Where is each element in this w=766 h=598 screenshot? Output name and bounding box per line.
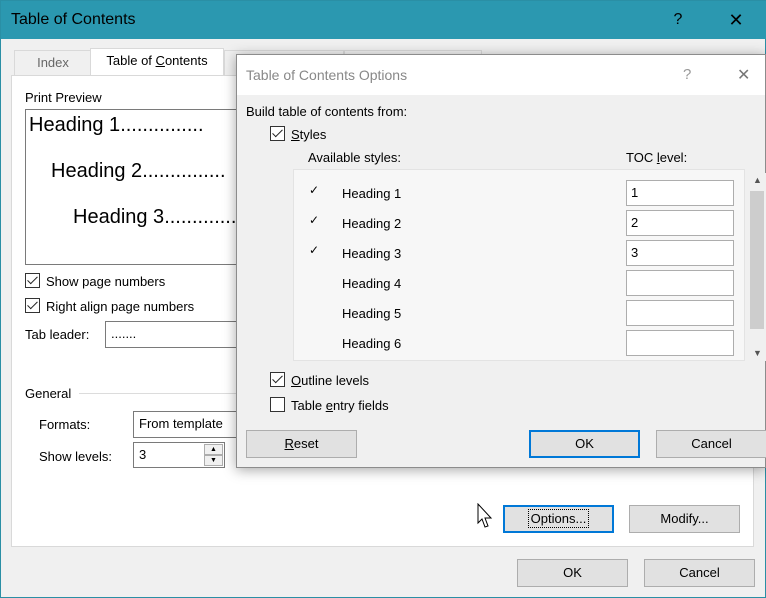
show-levels-label: Show levels: bbox=[39, 449, 112, 464]
scroll-thumb[interactable] bbox=[750, 191, 764, 329]
toc-level-label: TOC level: bbox=[626, 150, 688, 165]
toc-level-input[interactable]: 3 bbox=[626, 240, 734, 266]
style-row-heading-6[interactable]: Heading 6 bbox=[295, 329, 735, 359]
formats-label: Formats: bbox=[39, 417, 91, 432]
spin-up-icon[interactable]: ▲ bbox=[204, 444, 223, 455]
outline-levels-label: Outline levels bbox=[291, 373, 370, 388]
check-icon: ✓ bbox=[309, 213, 320, 227]
style-row-heading-4[interactable]: Heading 4 bbox=[295, 269, 735, 299]
mouse-cursor-icon bbox=[477, 503, 493, 528]
tab-leader-select[interactable]: ....... bbox=[105, 321, 245, 348]
options-button[interactable]: Options... bbox=[503, 505, 614, 533]
formats-select[interactable]: From template bbox=[133, 411, 243, 438]
style-name: Heading 3 bbox=[342, 246, 402, 261]
modify-button[interactable]: Modify... bbox=[629, 505, 740, 533]
tab-label: Table of Contents bbox=[106, 53, 208, 68]
options-help-icon[interactable]: ? bbox=[683, 66, 691, 83]
preview-heading-2: Heading 2............... bbox=[51, 160, 226, 182]
close-icon[interactable]: ✕ bbox=[721, 5, 751, 35]
spin-down-icon[interactable]: ▼ bbox=[204, 455, 223, 466]
style-name: Heading 2 bbox=[342, 216, 402, 231]
preview-heading-1: Heading 1............... bbox=[29, 114, 204, 136]
style-name: Heading 4 bbox=[342, 276, 402, 291]
dialog-title: Table of Contents bbox=[11, 11, 136, 28]
check-icon: ✓ bbox=[309, 243, 320, 257]
style-name: Heading 5 bbox=[342, 306, 402, 321]
table-entry-fields-label: Table entry fields bbox=[291, 398, 389, 413]
toc-level-input[interactable]: 2 bbox=[626, 210, 734, 236]
options-cancel-button[interactable]: Cancel bbox=[656, 430, 766, 458]
general-divider bbox=[79, 393, 239, 394]
right-align-label: Right align page numbers bbox=[46, 299, 195, 314]
options-close-icon[interactable]: ✕ bbox=[737, 65, 750, 85]
help-icon[interactable]: ? bbox=[663, 5, 693, 35]
style-name: Heading 6 bbox=[342, 336, 402, 351]
styles-scrollbar[interactable]: ▲ ▼ bbox=[748, 173, 766, 361]
options-title-bar: Table of Contents Options ? ✕ bbox=[237, 55, 765, 95]
toc-level-input[interactable] bbox=[626, 300, 734, 326]
scroll-up-icon[interactable]: ▲ bbox=[753, 175, 762, 185]
options-dialog-title: Table of Contents Options bbox=[246, 67, 408, 83]
styles-list: ✓ Heading 1 1 ✓ Heading 2 2 ✓ Heading 3 … bbox=[295, 179, 735, 359]
show-page-numbers-checkbox[interactable] bbox=[25, 273, 40, 288]
show-page-numbers-label: Show page numbers bbox=[46, 274, 166, 289]
toc-options-dialog: Table of Contents Options ? ✕ Build tabl… bbox=[236, 54, 766, 468]
preview-heading-3: Heading 3............... bbox=[73, 206, 248, 228]
toc-level-input[interactable]: 1 bbox=[626, 180, 734, 206]
style-row-heading-2[interactable]: ✓ Heading 2 2 bbox=[295, 209, 735, 239]
ok-button[interactable]: OK bbox=[517, 559, 628, 587]
tab-table-of-contents[interactable]: Table of Contents bbox=[90, 48, 224, 76]
styles-label: Styles bbox=[291, 127, 327, 142]
tab-leader-label: Tab leader: bbox=[25, 327, 90, 342]
table-entry-fields-checkbox[interactable] bbox=[270, 397, 285, 412]
toc-level-input[interactable] bbox=[626, 330, 734, 356]
print-preview-box: Heading 1............... Heading 2......… bbox=[25, 109, 255, 265]
tab-index[interactable]: Index bbox=[14, 50, 92, 76]
cancel-button[interactable]: Cancel bbox=[644, 559, 755, 587]
scroll-down-icon[interactable]: ▼ bbox=[753, 348, 762, 358]
print-preview-label: Print Preview bbox=[25, 90, 102, 105]
style-row-heading-3[interactable]: ✓ Heading 3 3 bbox=[295, 239, 735, 269]
options-ok-button[interactable]: OK bbox=[529, 430, 640, 458]
check-icon: ✓ bbox=[309, 183, 320, 197]
style-name: Heading 1 bbox=[342, 186, 402, 201]
build-from-label: Build table of contents from: bbox=[246, 104, 408, 119]
title-bar: Table of Contents ? ✕ bbox=[1, 1, 766, 39]
reset-button[interactable]: Reset bbox=[246, 430, 357, 458]
available-styles-label: Available styles: bbox=[308, 150, 401, 165]
style-row-heading-1[interactable]: ✓ Heading 1 1 bbox=[295, 179, 735, 209]
toc-level-input[interactable] bbox=[626, 270, 734, 296]
outline-levels-checkbox[interactable] bbox=[270, 372, 285, 387]
right-align-checkbox[interactable] bbox=[25, 298, 40, 313]
general-label: General bbox=[25, 386, 72, 401]
style-row-heading-5[interactable]: Heading 5 bbox=[295, 299, 735, 329]
styles-checkbox[interactable] bbox=[270, 126, 285, 141]
